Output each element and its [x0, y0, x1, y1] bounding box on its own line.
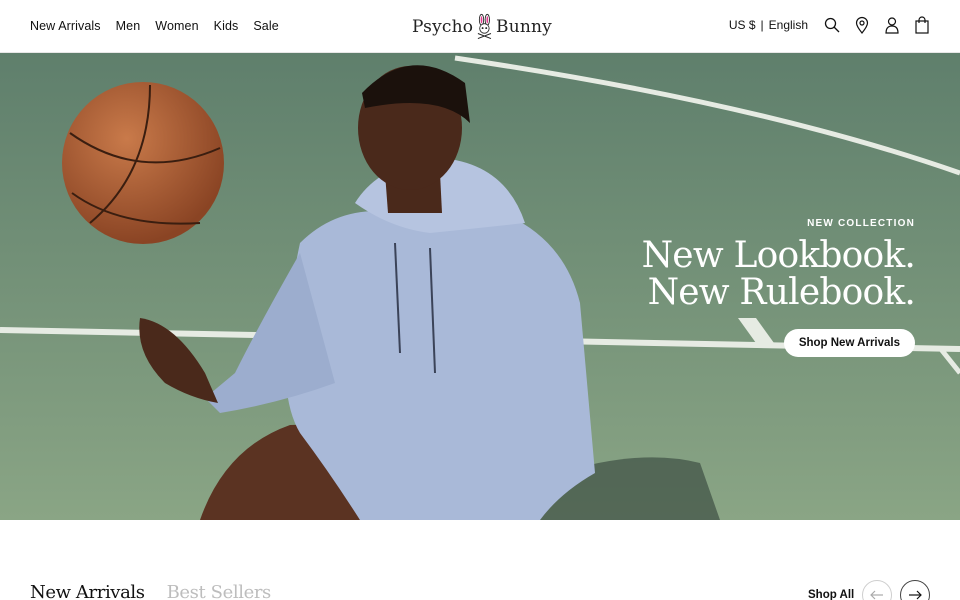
hero-banner: NEW COLLECTION New Lookbook. New Ruleboo… [0, 53, 960, 520]
search-icon[interactable] [824, 16, 840, 34]
shop-all-link[interactable]: Shop All [808, 589, 854, 600]
locale-separator: | [760, 18, 764, 32]
bunny-skull-icon [477, 13, 492, 40]
brand-logo[interactable]: Psycho Bunny [412, 9, 552, 45]
hero-eyebrow: NEW COLLECTION [807, 218, 915, 229]
arrow-left-icon [870, 590, 883, 600]
carousel-prev-button[interactable] [862, 580, 892, 600]
site-header: New Arrivals Men Women Kids Sale Psycho … [0, 0, 960, 53]
language-label: English [768, 18, 808, 32]
nav-kids[interactable]: Kids [214, 19, 239, 33]
nav-new-arrivals[interactable]: New Arrivals [30, 19, 101, 33]
logo-word-left: Psycho [412, 17, 474, 37]
main-nav: New Arrivals Men Women Kids Sale [30, 19, 279, 33]
tab-new-arrivals[interactable]: New Arrivals [30, 582, 145, 600]
currency-label: US $ [728, 18, 756, 32]
hero-headline: New Lookbook. New Rulebook. [641, 235, 916, 313]
account-icon[interactable] [884, 16, 900, 34]
shop-new-arrivals-button[interactable]: Shop New Arrivals [783, 329, 915, 357]
hero-headline-line-2: New Rulebook. [647, 272, 916, 313]
tab-best-sellers[interactable]: Best Sellers [167, 582, 272, 600]
hero-headline-line-1: New Lookbook. [641, 235, 916, 276]
shopping-bag-icon[interactable] [914, 16, 930, 34]
locale-selector[interactable]: US $ | English [729, 18, 808, 32]
location-pin-icon[interactable] [854, 16, 870, 34]
hero-copy: NEW COLLECTION New Lookbook. New Ruleboo… [641, 218, 916, 357]
carousel-next-button[interactable] [900, 580, 930, 600]
logo-word-right: Bunny [496, 17, 552, 37]
arrow-right-icon [909, 590, 922, 600]
nav-men[interactable]: Men [116, 19, 141, 33]
product-tabs: New Arrivals Best Sellers [30, 582, 271, 600]
nav-women[interactable]: Women [155, 19, 198, 33]
nav-sale[interactable]: Sale [253, 19, 278, 33]
header-utilities: US $ | English [729, 16, 930, 34]
